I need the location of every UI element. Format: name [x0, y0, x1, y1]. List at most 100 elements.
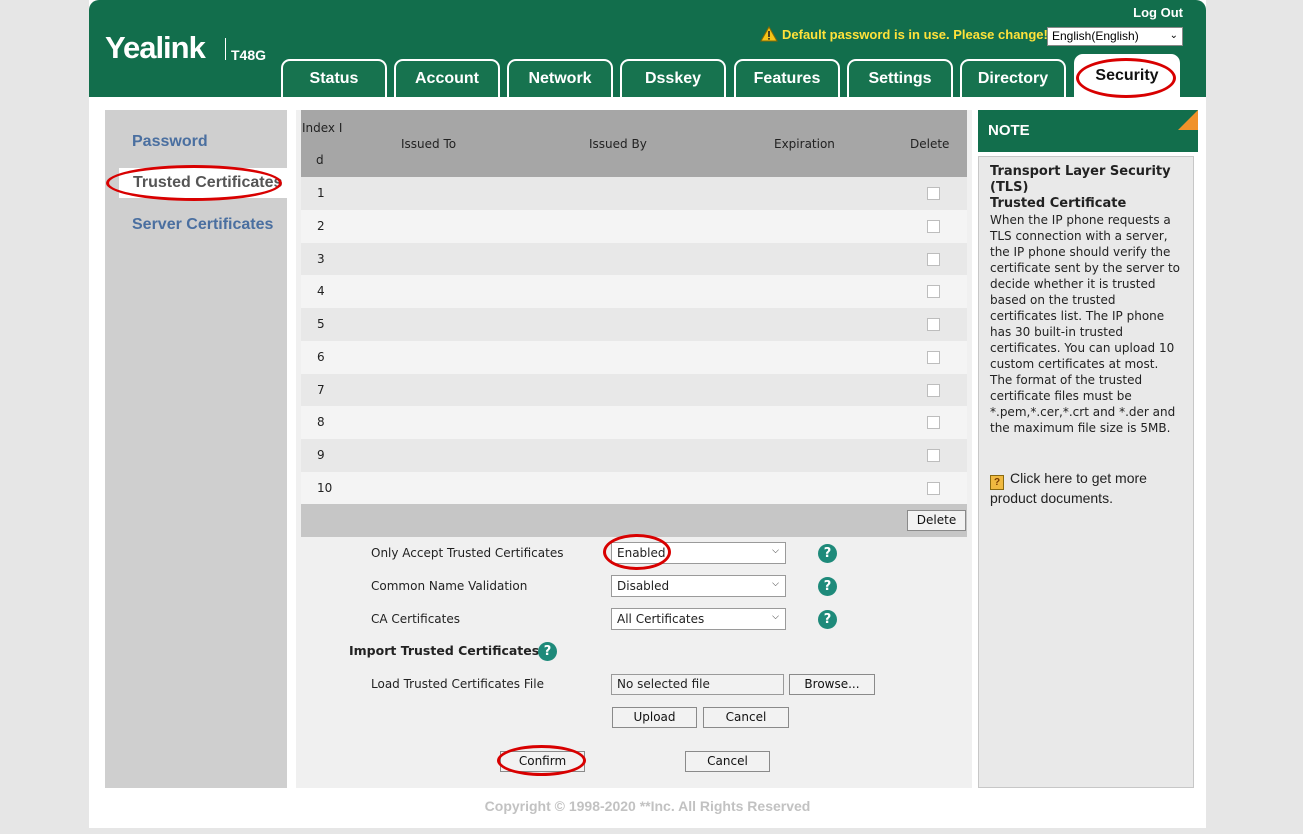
document-help-icon: ?: [990, 475, 1004, 490]
table-row: 7: [301, 374, 967, 407]
cancel-upload-button[interactable]: Cancel: [703, 707, 789, 728]
row-index: 3: [317, 252, 325, 266]
tab-account[interactable]: Account: [394, 59, 500, 97]
cn-validation-value: Disabled: [617, 579, 670, 593]
column-issued-by: Issued By: [589, 137, 647, 151]
cancel-button[interactable]: Cancel: [685, 751, 770, 772]
row-index: 2: [317, 219, 325, 233]
delete-checkbox[interactable]: [927, 449, 940, 462]
chevron-down-icon: ⌵: [772, 579, 779, 589]
table-row: 10: [301, 472, 967, 505]
note-heading: NOTE: [988, 122, 1030, 139]
row-index: 6: [317, 350, 325, 364]
row-index: 5: [317, 317, 325, 331]
delete-checkbox[interactable]: [927, 318, 940, 331]
table-row: 1: [301, 177, 967, 210]
docs-link-text: Click here to get more product documents…: [990, 470, 1147, 506]
password-warning[interactable]: Default password is in use. Please chang…: [760, 26, 1048, 42]
header: Yealink T48G Log Out Default password is…: [89, 0, 1206, 98]
confirm-button[interactable]: Confirm: [500, 751, 585, 772]
help-icon[interactable]: ?: [538, 642, 557, 661]
tab-network[interactable]: Network: [507, 59, 613, 97]
chevron-down-icon: ⌄: [1169, 30, 1178, 41]
cn-validation-select[interactable]: Disabled ⌵: [611, 575, 786, 597]
upload-button[interactable]: Upload: [612, 707, 697, 728]
sidebar: Password Trusted Certificates Server Cer…: [105, 110, 297, 788]
column-issued-to: Issued To: [401, 137, 457, 151]
tab-settings[interactable]: Settings: [847, 59, 953, 97]
note-header: NOTE: [978, 110, 1198, 152]
logout-link[interactable]: Log Out: [1133, 5, 1183, 20]
main-panel: Index I d Issued To Issued By Expiration…: [296, 110, 972, 788]
table-row: 9: [301, 439, 967, 472]
folded-corner-icon: [1178, 110, 1198, 130]
yealink-logo: Yealink: [105, 30, 206, 65]
only-accept-select[interactable]: Enabled ⌵: [611, 542, 786, 564]
page: Yealink T48G Log Out Default password is…: [89, 0, 1206, 828]
sidebar-item-password[interactable]: Password: [132, 133, 208, 151]
file-path-field[interactable]: No selected file: [611, 674, 784, 695]
tab-security[interactable]: Security: [1074, 54, 1180, 98]
help-icon[interactable]: ?: [818, 544, 837, 563]
ca-certificates-select[interactable]: All Certificates ⌵: [611, 608, 786, 630]
table-footer: Delete: [301, 504, 967, 537]
delete-checkbox[interactable]: [927, 351, 940, 364]
warning-icon: [760, 26, 778, 42]
ca-certificates-value: All Certificates: [617, 612, 705, 626]
column-expiration: Expiration: [774, 137, 835, 151]
chevron-down-icon: ⌵: [772, 612, 779, 622]
column-index-wrap: d: [316, 153, 324, 167]
table-row: 3: [301, 243, 967, 276]
logo-separator: [225, 38, 226, 60]
table-row: 8: [301, 406, 967, 439]
only-accept-label: Only Accept Trusted Certificates: [371, 546, 564, 560]
note-subtitle: Trusted Certificate: [990, 196, 1127, 211]
tab-features[interactable]: Features: [734, 59, 840, 97]
ca-certificates-label: CA Certificates: [371, 612, 460, 626]
highlight-oval: [1076, 58, 1176, 98]
delete-checkbox[interactable]: [927, 220, 940, 233]
cn-validation-label: Common Name Validation: [371, 579, 528, 593]
tab-status[interactable]: Status: [281, 59, 387, 97]
help-icon[interactable]: ?: [818, 577, 837, 596]
column-index: Index I: [302, 121, 343, 135]
tab-dsskey[interactable]: Dsskey: [620, 59, 726, 97]
row-index: 10: [317, 481, 333, 495]
row-index: 4: [317, 284, 325, 298]
copyright-footer: Copyright © 1998-2020 **Inc. All Rights …: [484, 798, 811, 814]
table-row: 5: [301, 308, 967, 341]
warning-text: Default password is in use. Please chang…: [782, 26, 1048, 42]
language-select[interactable]: English(English) ⌄: [1047, 27, 1183, 46]
note-title: Transport Layer Security (TLS): [990, 164, 1171, 195]
highlight-oval: [106, 165, 282, 201]
note-text: When the IP phone requests a TLS connect…: [990, 213, 1181, 435]
delete-checkbox[interactable]: [927, 482, 940, 495]
row-index: 8: [317, 415, 325, 429]
only-accept-value: Enabled: [617, 546, 666, 560]
load-file-label: Load Trusted Certificates File: [371, 677, 544, 691]
chevron-down-icon: ⌵: [772, 546, 779, 556]
model-name: T48G: [231, 47, 267, 63]
table-header: Index I d Issued To Issued By Expiration…: [301, 110, 967, 177]
delete-button[interactable]: Delete: [907, 510, 966, 531]
delete-checkbox[interactable]: [927, 253, 940, 266]
row-index: 9: [317, 448, 325, 462]
column-delete: Delete: [910, 137, 950, 151]
language-value: English(English): [1052, 29, 1139, 43]
docs-link[interactable]: ? Click here to get more product document…: [990, 470, 1182, 507]
browse-button[interactable]: Browse...: [789, 674, 875, 695]
delete-checkbox[interactable]: [927, 285, 940, 298]
table-row: 4: [301, 275, 967, 308]
row-index: 7: [317, 383, 325, 397]
help-icon[interactable]: ?: [818, 610, 837, 629]
delete-checkbox[interactable]: [927, 187, 940, 200]
import-section-title: Import Trusted Certificates: [349, 643, 540, 658]
table-row: 2: [301, 210, 967, 243]
sidebar-item-trusted-certificates[interactable]: Trusted Certificates: [106, 165, 297, 201]
row-index: 1: [317, 186, 325, 200]
note-panel: Transport Layer Security (TLS) Trusted C…: [978, 156, 1194, 788]
sidebar-item-server-certificates[interactable]: Server Certificates: [132, 216, 273, 234]
tab-directory[interactable]: Directory: [960, 59, 1066, 97]
delete-checkbox[interactable]: [927, 384, 940, 397]
delete-checkbox[interactable]: [927, 416, 940, 429]
